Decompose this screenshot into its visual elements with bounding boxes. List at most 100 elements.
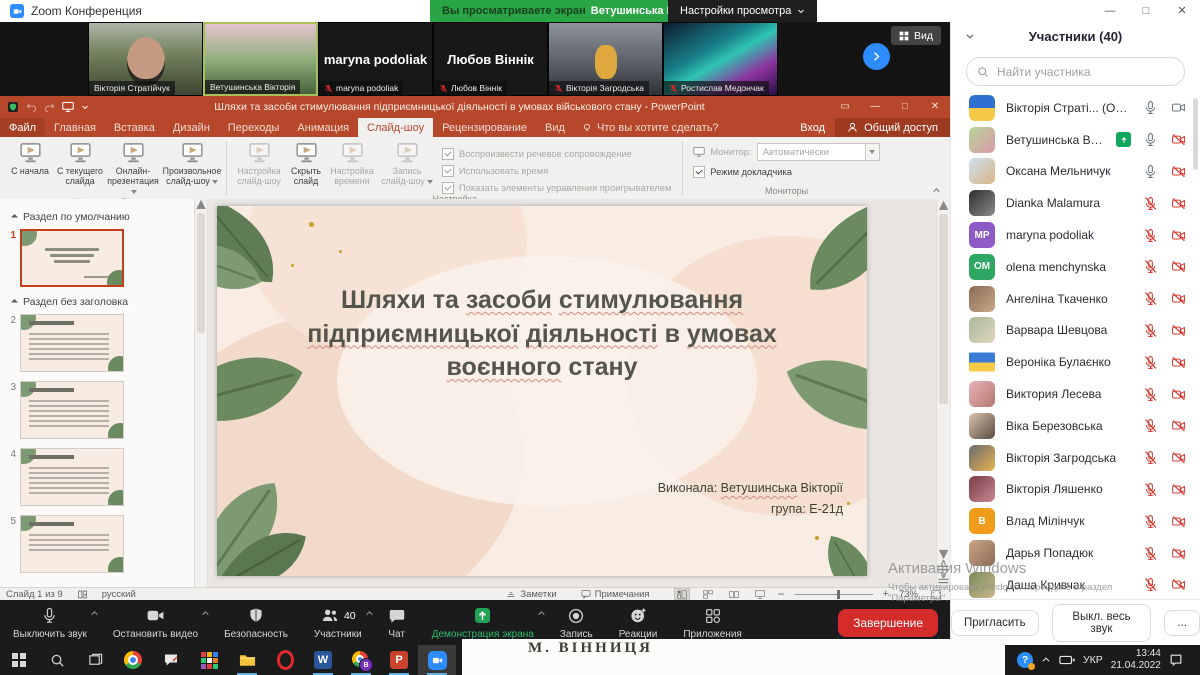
taskbar-chat-app-icon[interactable] xyxy=(152,645,190,675)
mic-muted-icon[interactable] xyxy=(1143,259,1158,274)
video-tile[interactable]: Вікторія Загродська xyxy=(548,22,663,96)
undo-icon[interactable] xyxy=(26,102,37,113)
camera-off-icon[interactable] xyxy=(1170,546,1187,561)
notification-center-icon[interactable] xyxy=(1169,653,1183,667)
section-header-default[interactable]: Раздел по умолчанию xyxy=(12,211,207,223)
mic-on-icon[interactable] xyxy=(1143,164,1158,179)
taskbar-opera-icon[interactable] xyxy=(266,645,304,675)
ppt-tab-view[interactable]: Вид xyxy=(536,118,574,137)
taskbar-file-explorer-icon[interactable] xyxy=(228,645,266,675)
comments-button[interactable]: Примечания xyxy=(581,589,650,600)
language-indicator[interactable]: русский xyxy=(102,589,136,600)
video-tile[interactable]: Ростислав Медончак xyxy=(663,22,778,96)
mic-muted-icon[interactable] xyxy=(1143,577,1158,592)
slide-thumbnail-1[interactable]: 1 xyxy=(4,229,207,287)
slideshow-view-button[interactable] xyxy=(752,588,768,600)
section-header-untitled[interactable]: Раздел без заголовка xyxy=(12,296,207,308)
more-options-button[interactable]: ... xyxy=(1164,610,1200,636)
camera-off-icon[interactable] xyxy=(1170,577,1187,592)
slide-scrollbar[interactable]: ▲ ▼ ≙ ≚ xyxy=(936,199,950,587)
ppt-minimize-button[interactable]: — xyxy=(860,96,890,118)
camera-off-icon[interactable] xyxy=(1170,196,1187,211)
ribbon-display-options-icon[interactable]: ▭ xyxy=(830,96,860,118)
toolbar-people-button[interactable]: 40Участники xyxy=(301,600,375,645)
ppt-close-button[interactable]: ✕ xyxy=(920,96,950,118)
rehearse-timings-button[interactable]: Настройка времени xyxy=(326,140,378,187)
ppt-tab-animations[interactable]: Анимация xyxy=(288,118,358,137)
camera-off-icon[interactable] xyxy=(1170,228,1187,243)
toolbar-chat-button[interactable]: Чат xyxy=(375,600,419,645)
zoom-slider-thumb[interactable] xyxy=(837,590,840,599)
hide-slide-button[interactable]: Скрыть слайд xyxy=(286,140,326,187)
thumbnail-scrollbar[interactable]: ▲ xyxy=(194,199,207,587)
taskbar-browser-profile-icon[interactable]: B xyxy=(342,645,380,675)
participant-row[interactable]: OMolena menchynska xyxy=(951,251,1200,283)
collapse-panel-icon[interactable] xyxy=(965,31,975,41)
scroll-up-icon[interactable]: ▲ xyxy=(937,199,950,212)
camera-off-icon[interactable] xyxy=(1170,418,1187,433)
participant-row[interactable]: Виктория Лесева xyxy=(951,378,1200,410)
mic-on-icon[interactable] xyxy=(1143,100,1158,115)
use-timings-checkbox[interactable]: Использовать время xyxy=(442,165,671,177)
slide-title-text[interactable]: Шляхи та засоби стимулювання підприємниц… xyxy=(272,284,812,385)
ppt-restore-button[interactable]: □ xyxy=(890,96,920,118)
reading-view-button[interactable] xyxy=(726,588,742,600)
slide-credit-text[interactable]: Виконала: Ветушинська Вікторії група: Е-… xyxy=(658,478,843,519)
slide-canvas[interactable]: Шляхи та засоби стимулювання підприємниц… xyxy=(217,206,867,576)
participant-row[interactable]: Вікторія Страті... (Организатор, я) xyxy=(951,92,1200,124)
camera-off-icon[interactable] xyxy=(1170,450,1187,465)
search-input[interactable] xyxy=(995,64,1174,80)
ppt-share-button[interactable]: Общий доступ xyxy=(835,118,950,137)
video-tile[interactable]: Ветушинська Вікторія xyxy=(203,22,318,96)
ppt-tab-transitions[interactable]: Переходы xyxy=(219,118,289,137)
participant-search-box[interactable] xyxy=(966,57,1185,86)
zoom-out-button[interactable]: − xyxy=(778,587,785,601)
taskbar-search-button[interactable] xyxy=(38,645,76,675)
toolbar-mic-button[interactable]: Выключить звук xyxy=(0,600,100,645)
input-device-icon[interactable] xyxy=(1059,654,1075,666)
camera-off-icon[interactable] xyxy=(1170,323,1187,338)
mic-on-icon[interactable] xyxy=(1143,132,1158,147)
taskbar-chrome-icon[interactable] xyxy=(114,645,152,675)
mic-muted-icon[interactable] xyxy=(1143,450,1158,465)
participant-row[interactable]: Ангеліна Ткаченко xyxy=(951,283,1200,315)
camera-off-icon[interactable] xyxy=(1170,259,1187,274)
participant-row[interactable]: Вікторія Загродська xyxy=(951,442,1200,474)
next-slide-button[interactable]: ≚ xyxy=(937,574,950,587)
setup-slideshow-button[interactable]: Настройка слайд-шоу xyxy=(232,140,286,187)
taskbar-zoom-icon[interactable] xyxy=(418,645,456,675)
mic-muted-icon[interactable] xyxy=(1143,228,1158,243)
ppt-tab-home[interactable]: Главная xyxy=(45,118,105,137)
mute-all-button[interactable]: Выкл. весь звук xyxy=(1052,604,1152,642)
invite-button[interactable]: Пригласить xyxy=(951,610,1039,636)
task-view-button[interactable] xyxy=(76,645,114,675)
chevron-up-icon[interactable] xyxy=(90,609,99,618)
chevron-up-icon[interactable] xyxy=(537,609,546,618)
close-button[interactable]: ✕ xyxy=(1164,0,1200,22)
help-tray-icon[interactable]: ? xyxy=(1017,652,1033,668)
from-current-slide-button[interactable]: С текущего слайда xyxy=(55,140,105,187)
ppt-tab-slideshow[interactable]: Слайд-шоу xyxy=(358,118,433,137)
participant-row[interactable]: Дарья Попадюк xyxy=(951,537,1200,569)
toolbar-camera-button[interactable]: Остановить видео xyxy=(100,600,211,645)
participant-row[interactable]: Dianka Malamura xyxy=(951,187,1200,219)
slide-thumbnail-3[interactable]: 3 xyxy=(4,381,207,439)
slide-thumbnail-4[interactable]: 4 xyxy=(4,448,207,506)
chevron-up-icon[interactable] xyxy=(365,609,374,618)
chevron-up-icon[interactable] xyxy=(201,609,210,618)
tell-me-box[interactable]: Что вы хотите сделать? xyxy=(574,118,727,137)
slide-thumbnail-2[interactable]: 2 xyxy=(4,314,207,372)
ppt-tab-file[interactable]: Файл xyxy=(0,118,45,137)
participant-row[interactable]: ВВлад Мілінчук xyxy=(951,505,1200,537)
mic-muted-icon[interactable] xyxy=(1143,514,1158,529)
mic-muted-icon[interactable] xyxy=(1143,482,1158,497)
toolbar-shield-button[interactable]: Безопасность xyxy=(211,600,301,645)
presenter-view-checkbox[interactable]: Режим докладчика xyxy=(693,166,879,178)
scroll-up-icon[interactable]: ▲ xyxy=(195,199,207,211)
participant-row[interactable]: Оксана Мельничук xyxy=(951,156,1200,188)
mic-muted-icon[interactable] xyxy=(1143,387,1158,402)
ppt-signin-button[interactable]: Вход xyxy=(790,118,835,137)
custom-slideshow-button[interactable]: Произвольное слайд-шоу xyxy=(161,140,223,187)
camera-off-icon[interactable] xyxy=(1170,164,1187,179)
slide-sorter-view-button[interactable] xyxy=(700,588,716,600)
